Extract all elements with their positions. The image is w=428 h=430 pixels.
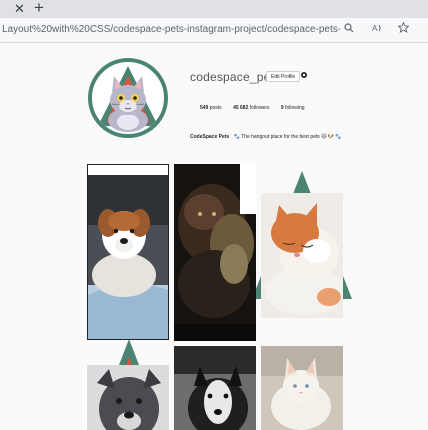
favorite-icon[interactable] bbox=[397, 21, 410, 38]
white-cat-photo bbox=[261, 346, 343, 430]
url-text[interactable]: Layout%20with%20CSS/codespace-pets-insta… bbox=[2, 23, 340, 37]
cat-avatar-illustration bbox=[98, 66, 158, 132]
bio-text: The hangout place for the best pets bbox=[241, 134, 320, 140]
black-white-dog-photo bbox=[174, 346, 256, 430]
bio-emojis: 🐱 🐶 🐾 bbox=[321, 134, 342, 140]
new-tab-button[interactable]: + bbox=[34, 0, 44, 17]
post-thumbnail[interactable] bbox=[174, 346, 256, 430]
pitbull-photo bbox=[87, 365, 169, 430]
post-thumbnail[interactable] bbox=[87, 365, 169, 430]
edit-profile-button[interactable]: Edit Profile bbox=[266, 71, 301, 82]
puppy-photo bbox=[88, 165, 168, 339]
followers-stat[interactable]: 45 682 followers bbox=[233, 105, 269, 111]
close-tab-button[interactable]: ✕ bbox=[14, 1, 25, 17]
tab-strip: ✕ + bbox=[0, 0, 428, 18]
address-bar[interactable]: Layout%20with%20CSS/codespace-pets-insta… bbox=[0, 18, 428, 43]
posts-stat[interactable]: 549 posts bbox=[200, 105, 222, 111]
post-thumbnail[interactable] bbox=[174, 164, 256, 341]
post-thumbnail[interactable] bbox=[87, 164, 169, 340]
bio-name: CodeSpace Pets bbox=[190, 134, 230, 140]
profile-avatar[interactable] bbox=[88, 58, 168, 138]
post-thumbnail[interactable] bbox=[261, 346, 343, 430]
read-aloud-icon[interactable]: A bbox=[372, 22, 384, 38]
tabby-cat-photo bbox=[174, 164, 256, 341]
bio-lead-emoji: 🐾 bbox=[233, 134, 240, 140]
search-icon[interactable] bbox=[344, 22, 354, 38]
profile-stats: 549 posts 45 682 followers 9 following bbox=[200, 105, 315, 111]
following-stat[interactable]: 9 following bbox=[281, 105, 305, 111]
post-thumbnail[interactable] bbox=[261, 193, 343, 318]
svg-text:A: A bbox=[372, 24, 378, 33]
profile-bio: CodeSpace Pets 🐾 The hangout place for t… bbox=[190, 134, 342, 140]
gear-icon[interactable] bbox=[300, 71, 308, 82]
profile-page: codespace_pets Edit Profile 549 posts 45… bbox=[0, 43, 428, 430]
ginger-cat-photo bbox=[261, 193, 343, 318]
